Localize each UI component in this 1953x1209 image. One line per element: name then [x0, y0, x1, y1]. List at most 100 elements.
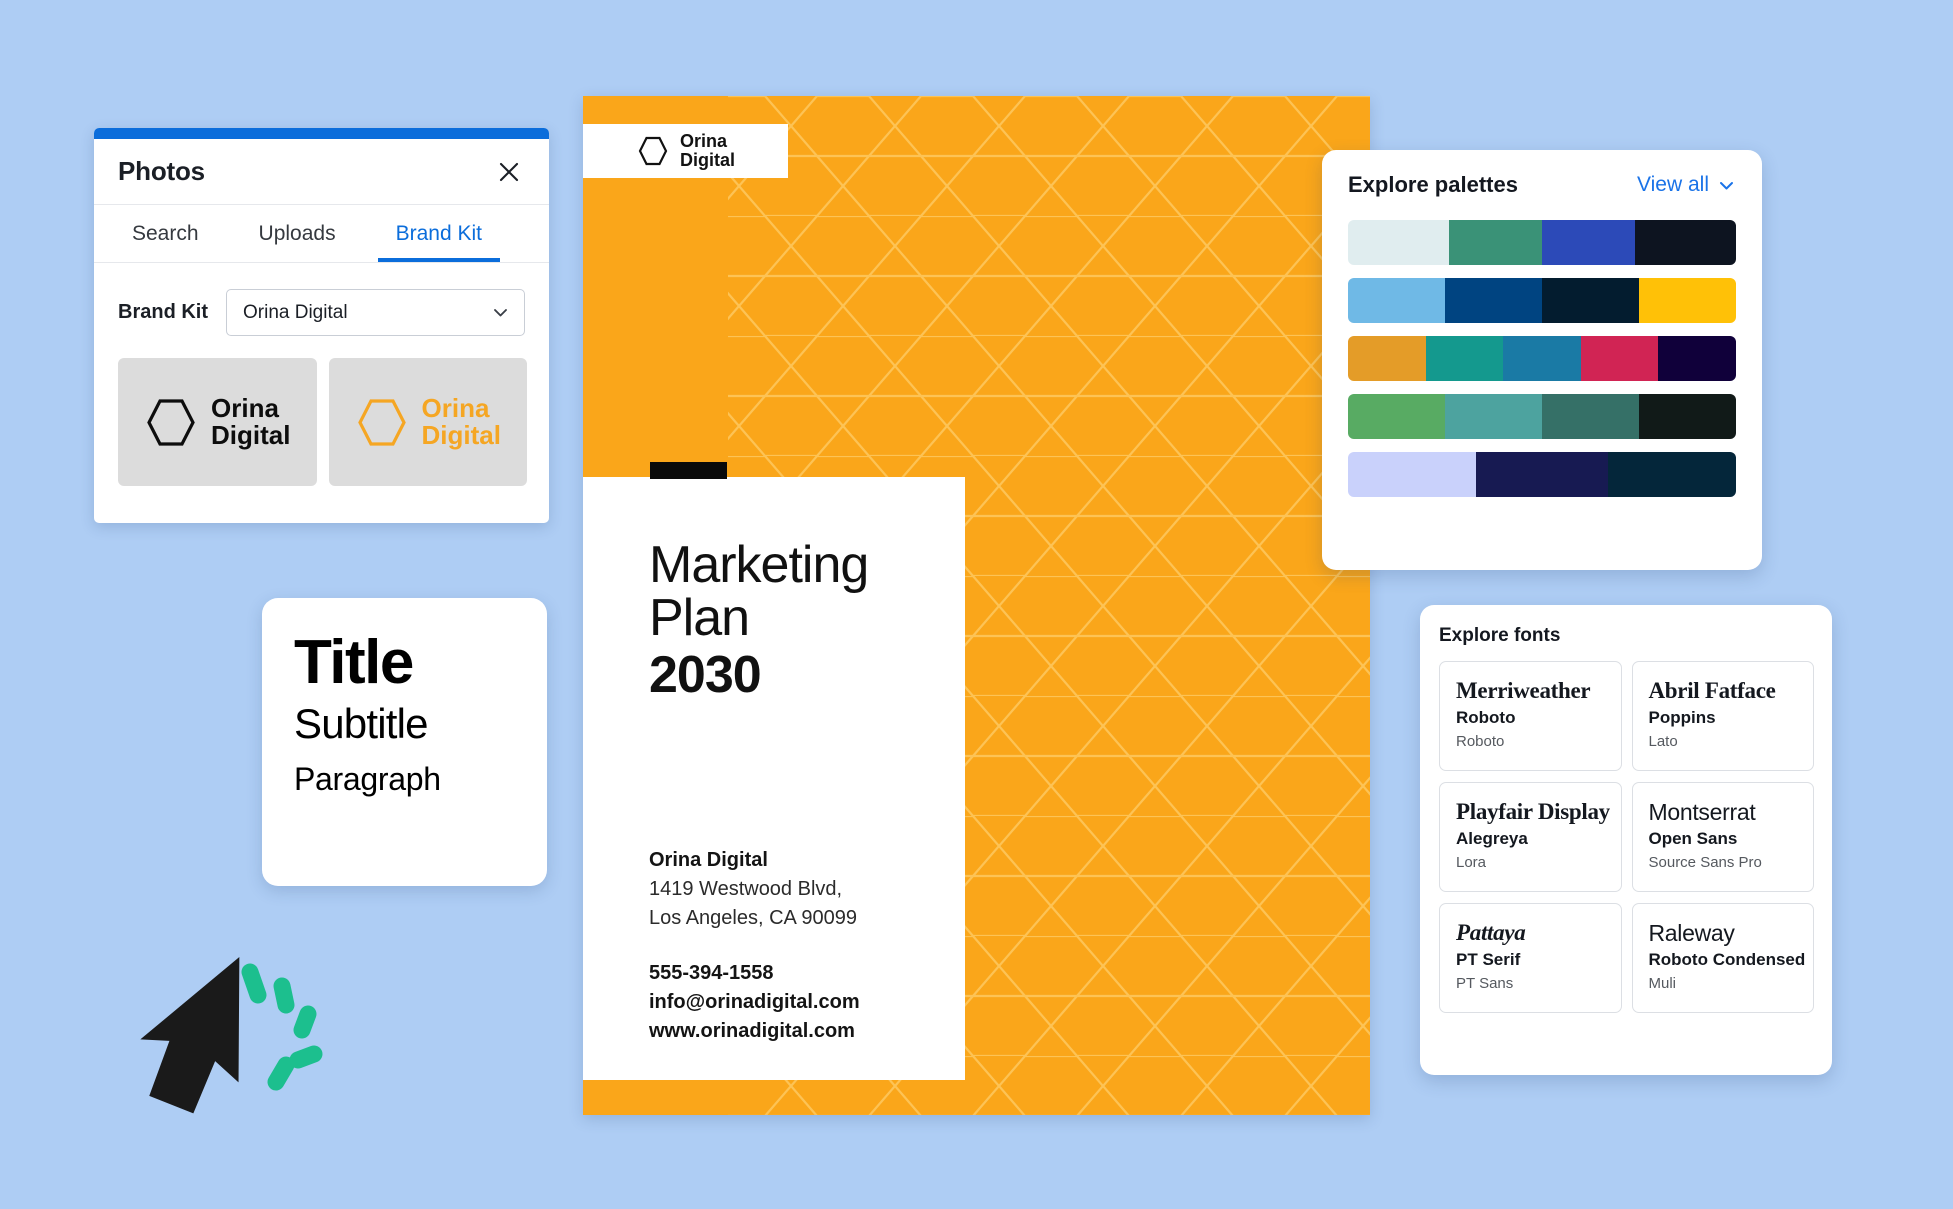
palette-swatch: [1425, 336, 1504, 381]
palette-swatch: [1658, 336, 1736, 381]
brand-logo-card-dark[interactable]: Orina Digital: [118, 358, 317, 486]
brand-kit-select[interactable]: Orina Digital: [226, 289, 525, 336]
document-heading-line-1: Marketing: [649, 536, 869, 594]
brand-kit-select-value: Orina Digital: [243, 301, 348, 323]
document-email: info@orinadigital.com: [649, 991, 860, 1013]
palette-swatch: [1607, 452, 1736, 497]
palette-row[interactable]: [1348, 336, 1736, 381]
fonts-title: Explore fonts: [1439, 625, 1561, 646]
document-contact-block: Orina Digital 1419 Westwood Blvd, Los An…: [649, 849, 860, 1046]
logo-line-2: Digital: [211, 420, 291, 450]
font-body-name: Lato: [1648, 732, 1678, 750]
brand-kit-row: Brand Kit Orina Digital: [94, 263, 549, 336]
document-year: 2030: [649, 646, 762, 705]
tab-uploads[interactable]: Uploads: [241, 205, 354, 262]
panel-accent-bar: [94, 128, 549, 139]
typography-card[interactable]: Title Subtitle Paragraph: [262, 598, 547, 886]
palette-swatch: [1448, 220, 1542, 265]
document-phone: 555-394-1558: [649, 962, 774, 984]
hexagon-icon: [357, 398, 406, 446]
logo-line-1: Orina: [211, 392, 279, 423]
brand-logo-text-orange: Orina Digital: [421, 392, 501, 450]
badge-line-1: Orina: [679, 130, 727, 151]
document-company-name: Orina Digital: [649, 849, 768, 871]
document-logo-badge: Orina Digital: [583, 124, 788, 178]
badge-line-2: Digital: [679, 150, 735, 170]
click-burst-icon: [241, 963, 323, 1091]
palettes-title: Explore palettes: [1348, 172, 1518, 197]
font-heading-name: Montserrat: [1648, 799, 1756, 825]
palette-swatch: [1580, 336, 1659, 381]
brand-logo-text-dark: Orina Digital: [211, 392, 291, 450]
brand-kit-label: Brand Kit: [118, 301, 208, 323]
font-heading-name: Pattaya: [1456, 920, 1526, 945]
palette-row[interactable]: [1348, 220, 1736, 265]
font-card[interactable]: Playfair Display Alegreya Lora: [1439, 782, 1622, 892]
panel-header: Photos: [94, 139, 549, 205]
view-all-label: View all: [1637, 173, 1709, 196]
palette-swatch: [1348, 336, 1426, 381]
palette-swatch: [1348, 220, 1449, 265]
canvas-stage: Orina Digital Marketing Plan 2030 Orina …: [0, 0, 1953, 1209]
typography-subtitle: Subtitle: [294, 700, 429, 747]
font-card[interactable]: Merriweather Roboto Roboto: [1439, 661, 1622, 771]
palette-swatch: [1445, 394, 1542, 439]
font-subheading-name: Poppins: [1648, 708, 1716, 728]
palettes-header: Explore palettes View all: [1348, 172, 1736, 198]
palette-swatch: [1635, 220, 1736, 265]
explore-palettes-panel: Explore palettes View all: [1322, 150, 1762, 570]
document-address-line-2: Los Angeles, CA 90099: [649, 907, 857, 929]
photos-panel: Photos Search Uploads Brand Kit Brand Ki…: [94, 128, 549, 523]
close-button[interactable]: [494, 157, 524, 187]
typography-paragraph: Paragraph: [294, 760, 441, 797]
palette-row[interactable]: [1348, 394, 1736, 439]
palette-swatch: [1542, 278, 1639, 323]
font-heading-name: Merriweather: [1456, 678, 1591, 703]
palette-swatch: [1503, 336, 1581, 381]
cursor-click-icon: [140, 957, 323, 1114]
font-heading-name: Playfair Display: [1456, 799, 1610, 824]
palette-swatch: [1639, 394, 1736, 439]
hexagon-icon: [638, 136, 668, 166]
tab-search[interactable]: Search: [114, 205, 217, 262]
chevron-down-icon: [494, 309, 507, 317]
palette-row[interactable]: [1348, 452, 1736, 497]
font-body-name: Muli: [1648, 974, 1677, 992]
palette-swatch: [1348, 394, 1445, 439]
brand-logo-grid: Orina Digital Orina Digital: [94, 336, 549, 486]
tab-bar: Search Uploads Brand Kit: [94, 205, 549, 263]
document-heading-line-2: Plan: [649, 589, 750, 648]
font-body-name: Roboto: [1456, 732, 1505, 750]
hexagon-icon: [147, 398, 195, 446]
font-card[interactable]: Montserrat Open Sans Source Sans Pro: [1631, 782, 1814, 892]
font-subheading-name: PT Serif: [1456, 950, 1521, 970]
palette-swatch: [1541, 220, 1636, 265]
palette-swatch: [1639, 278, 1736, 323]
font-card[interactable]: Pattaya PT Serif PT Sans: [1439, 903, 1622, 1013]
font-subheading-name: Open Sans: [1648, 829, 1738, 849]
palette-swatch: [1445, 278, 1542, 323]
palette-swatch: [1348, 278, 1445, 323]
document-website: www.orinadigital.com: [649, 1020, 855, 1042]
document-cover-panel[interactable]: Marketing Plan 2030 Orina Digital 1419 W…: [583, 477, 965, 1080]
palette-swatch: [1476, 452, 1608, 497]
page-title: Photos: [118, 156, 205, 186]
document-accent-bar: [650, 462, 727, 479]
logo-line-2: Digital: [421, 420, 501, 450]
palette-row[interactable]: [1348, 278, 1736, 323]
close-icon: [499, 162, 519, 181]
font-card[interactable]: Abril Fatface Poppins Lato: [1631, 661, 1814, 771]
palette-list: [1348, 220, 1736, 497]
logo-line-1: Orina: [421, 392, 490, 423]
fonts-grid: Merriweather Roboto Roboto Abril Fatface Pop…: [1439, 661, 1814, 1013]
font-heading-name: Abril Fatface: [1648, 678, 1776, 703]
font-subheading-name: Roboto Condensed: [1648, 950, 1806, 970]
font-card[interactable]: Raleway Roboto Condensed Muli: [1631, 903, 1814, 1013]
view-all-button[interactable]: View all: [1637, 173, 1736, 197]
font-body-name: PT Sans: [1456, 974, 1514, 992]
font-subheading-name: Roboto: [1456, 708, 1516, 728]
brand-logo-card-orange[interactable]: Orina Digital: [328, 358, 527, 486]
chevron-down-icon: [1720, 181, 1733, 189]
palette-swatch: [1542, 394, 1639, 439]
tab-brand-kit[interactable]: Brand Kit: [377, 205, 501, 262]
